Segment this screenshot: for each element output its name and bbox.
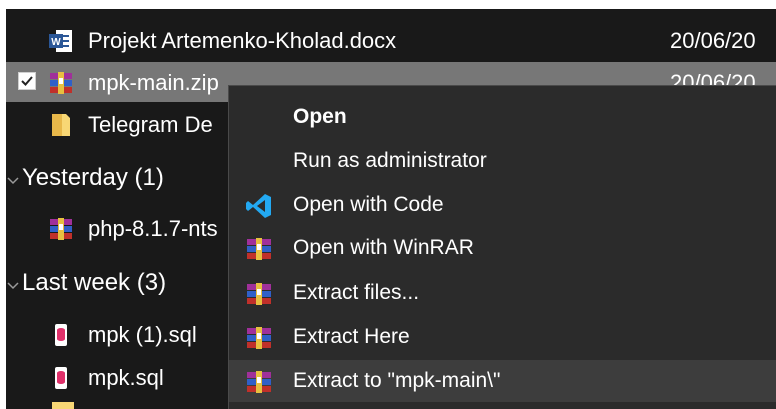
menu-item-extract-here[interactable]: Extract Here — [229, 316, 776, 358]
svg-text:W: W — [51, 37, 61, 48]
file-row-docx[interactable]: W Projekt Artemenko-Kholad.docx 20/06/20 — [6, 20, 776, 60]
sql-file-icon — [48, 322, 74, 348]
file-name: php-8.1.7-nts — [88, 216, 218, 241]
menu-item-label: Open with WinRAR — [293, 236, 474, 259]
menu-item-extract-files[interactable]: Extract files... — [229, 272, 776, 314]
menu-item-run-as-administrator[interactable]: Run as administrator — [229, 140, 776, 182]
file-date: 20/06/20 — [670, 28, 756, 53]
menu-item-open-with-code[interactable]: Open with Code — [229, 184, 776, 226]
winrar-icon — [245, 368, 273, 396]
winrar-archive-icon — [48, 70, 74, 96]
sql-file-icon — [48, 365, 74, 391]
file-name: Telegram De — [88, 112, 213, 137]
menu-item-label: Open with Code — [293, 193, 444, 216]
context-menu: Open Run as administrator Open with Code — [228, 85, 776, 409]
winrar-icon — [245, 324, 273, 352]
group-header-last-week[interactable]: Last week (3) — [22, 269, 166, 297]
menu-item-label: Extract to "mpk-main\" — [293, 369, 501, 392]
winrar-archive-icon — [48, 216, 74, 242]
folder-icon — [52, 402, 74, 409]
menu-item-label: Extract Here — [293, 325, 410, 348]
chevron-down-icon[interactable] — [6, 174, 20, 188]
folder-icon — [48, 112, 74, 138]
file-name: mpk-main.zip — [88, 70, 219, 95]
file-name: mpk (1).sql — [88, 322, 197, 347]
menu-item-open[interactable]: Open — [229, 96, 776, 138]
selection-checkbox[interactable] — [18, 72, 36, 90]
menu-item-open-with-winrar[interactable]: Open with WinRAR — [229, 227, 776, 269]
menu-item-label: Extract files... — [293, 281, 420, 304]
screenshot-stage: W Projekt Artemenko-Kholad.docx 20/06/20 — [0, 0, 776, 409]
word-doc-icon: W — [48, 28, 74, 54]
group-header-yesterday[interactable]: Yesterday (1) — [22, 164, 164, 192]
vscode-icon — [245, 192, 273, 220]
chevron-down-icon[interactable] — [6, 279, 20, 293]
menu-item-extract-to-folder[interactable]: Extract to "mpk-main\" — [229, 360, 776, 402]
file-name: Projekt Artemenko-Kholad.docx — [88, 28, 397, 53]
file-name: mpk.sql — [88, 365, 164, 390]
menu-item-label: Run as administrator — [293, 149, 487, 172]
menu-item-label: Open — [293, 105, 347, 128]
winrar-icon — [245, 235, 273, 263]
winrar-icon — [245, 280, 273, 308]
